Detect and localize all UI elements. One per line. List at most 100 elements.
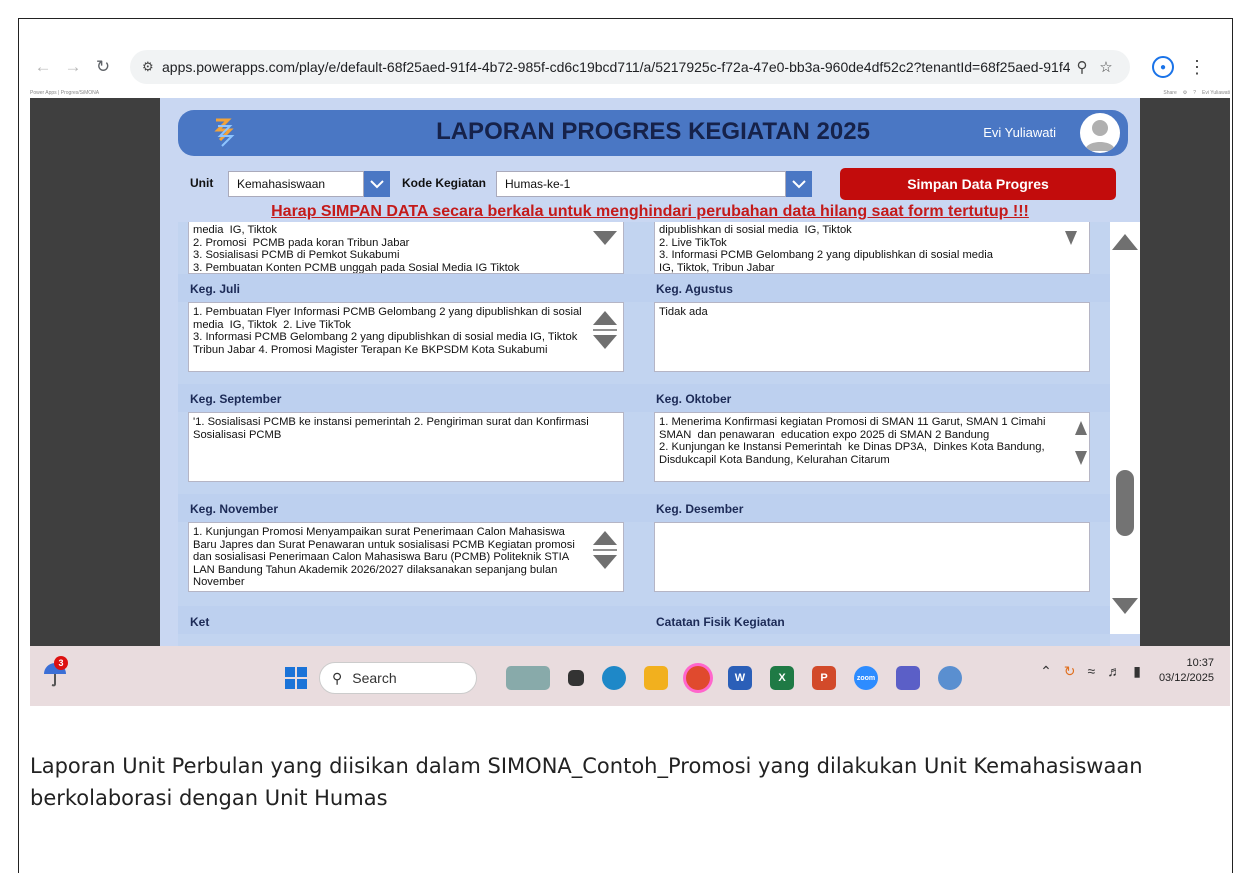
system-tray: ⌃ ↻ ≈ ♬ ▮ 10:37 03/12/2025 bbox=[1034, 656, 1214, 686]
reload-icon[interactable]: ↻ bbox=[90, 54, 116, 80]
clock-date: 03/12/2025 bbox=[1158, 672, 1214, 684]
clock[interactable]: 10:37 03/12/2025 bbox=[1159, 656, 1214, 686]
task-view-icon[interactable] bbox=[568, 670, 584, 686]
oktober-field[interactable]: 1. Menerima Konfirmasi kegiatan Promosi … bbox=[654, 412, 1090, 482]
taskbar-search[interactable]: ⚲ Search bbox=[319, 662, 477, 694]
prev-activity-right-text: dipublishkan di sosial media IG, Tiktok … bbox=[659, 224, 993, 274]
volume-icon[interactable]: ♬ bbox=[1107, 663, 1121, 679]
browser-toolbar: ← → ↻ ⚙ apps.powerapps.com/play/e/defaul… bbox=[30, 48, 1230, 86]
oktober-label: Keg. Oktober bbox=[656, 392, 732, 406]
bookmarks-bar: Power Apps | Progres/SiMONA Share ⚙ ? Ev… bbox=[30, 88, 1230, 98]
scroll-up-icon[interactable] bbox=[1075, 421, 1087, 435]
powerpoint-icon[interactable]: P bbox=[812, 666, 836, 690]
zoom-icon[interactable]: ⚲ bbox=[1070, 58, 1094, 76]
save-progress-button[interactable]: Simpan Data Progres bbox=[840, 168, 1116, 200]
form-gallery: media IG, Tiktok 2. Promosi PCMB pada ko… bbox=[178, 222, 1110, 646]
warning-text: Harap SIMPAN DATA secara berkala untuk m… bbox=[271, 203, 1029, 220]
app-icon[interactable] bbox=[938, 666, 962, 690]
scroll-down-icon[interactable] bbox=[593, 231, 617, 245]
scroll-up-icon[interactable] bbox=[1112, 234, 1138, 250]
sync-icon[interactable]: ↻ bbox=[1064, 663, 1076, 680]
chevron-down-icon[interactable] bbox=[786, 171, 812, 197]
prev-activity-field[interactable]: media IG, Tiktok 2. Promosi PCMB pada ko… bbox=[188, 222, 624, 274]
juli-field[interactable]: 1. Pembuatan Flyer Informasi PCMB Gelomb… bbox=[188, 302, 624, 372]
wifi-icon[interactable]: ≈ bbox=[1088, 663, 1096, 679]
agustus-field[interactable]: Tidak ada bbox=[654, 302, 1090, 372]
excel-icon[interactable]: X bbox=[770, 666, 794, 690]
juli-label: Keg. Juli bbox=[190, 282, 241, 296]
word-icon[interactable]: W bbox=[728, 666, 752, 690]
chrome-icon[interactable] bbox=[686, 666, 710, 690]
separator bbox=[593, 329, 617, 331]
agustus-text: Tidak ada bbox=[659, 306, 708, 318]
forward-icon[interactable]: → bbox=[60, 54, 86, 80]
form-scrollbar[interactable] bbox=[1110, 222, 1140, 634]
help-icon[interactable]: ? bbox=[1193, 90, 1196, 96]
scroll-down-icon[interactable] bbox=[1075, 451, 1087, 465]
notification-badge: 3 bbox=[54, 656, 68, 670]
chevron-down-icon[interactable] bbox=[364, 171, 390, 197]
november-label: Keg. November bbox=[190, 502, 279, 516]
ket-band bbox=[178, 606, 644, 634]
settings-icon[interactable]: ⚙ bbox=[1183, 90, 1187, 96]
separator bbox=[593, 549, 617, 551]
oktober-text: 1. Menerima Konfirmasi kegiatan Promosi … bbox=[659, 416, 1046, 466]
field-scroll-arrows bbox=[589, 311, 621, 349]
unit-dropdown[interactable]: Kemahasiswaan bbox=[228, 171, 364, 197]
bookmark-star-icon[interactable]: ☆ bbox=[1094, 58, 1118, 76]
site-info-icon[interactable]: ⚙ bbox=[142, 59, 162, 75]
prev-activity-right-field[interactable]: dipublishkan di sosial media IG, Tiktok … bbox=[654, 222, 1090, 274]
scroll-up-icon[interactable] bbox=[593, 531, 617, 545]
url-text[interactable]: apps.powerapps.com/play/e/default-68f25a… bbox=[162, 59, 1070, 75]
avatar[interactable] bbox=[1080, 113, 1120, 153]
juli-band bbox=[178, 274, 644, 302]
kode-kegiatan-label: Kode Kegiatan bbox=[402, 176, 487, 190]
taskbar-apps: ⚲ Search W X P zoom bbox=[285, 662, 971, 694]
zoom-icon[interactable]: zoom bbox=[854, 666, 878, 690]
september-text: '1. Sosialisasi PCMB ke instansi pemerin… bbox=[193, 416, 592, 441]
user-name: Evi Yuliawati bbox=[983, 125, 1056, 140]
share-button[interactable]: Share bbox=[1163, 90, 1176, 96]
chevron-up-icon[interactable]: ⌃ bbox=[1040, 663, 1052, 680]
app-viewport: LAPORAN PROGRES KEGIATAN 2025 Evi Yuliaw… bbox=[30, 98, 1230, 646]
file-explorer-icon[interactable] bbox=[644, 666, 668, 690]
desember-field[interactable] bbox=[654, 522, 1090, 592]
app-header: LAPORAN PROGRES KEGIATAN 2025 Evi Yuliaw… bbox=[178, 110, 1128, 156]
scrollbar-thumb[interactable] bbox=[1116, 470, 1134, 536]
user-silhouette-icon bbox=[1085, 120, 1115, 151]
profile-icon[interactable]: ● bbox=[1152, 56, 1174, 78]
back-icon[interactable]: ← bbox=[30, 54, 56, 80]
bookmark-item[interactable]: Power Apps | Progres/SiMONA bbox=[30, 90, 99, 96]
november-field[interactable]: 1. Kunjungan Promosi Menyampaikan surat … bbox=[188, 522, 624, 592]
search-icon: ⚲ bbox=[332, 669, 343, 686]
battery-icon[interactable]: ▮ bbox=[1133, 663, 1141, 680]
field-scroll-arrows bbox=[589, 531, 621, 569]
kode-kegiatan-dropdown[interactable]: Humas-ke-1 bbox=[496, 171, 786, 197]
ket-label: Ket bbox=[190, 615, 210, 629]
catatan-label: Catatan Fisik Kegiatan bbox=[656, 615, 785, 629]
browser-menu-icon[interactable]: ⋮ bbox=[1188, 57, 1206, 78]
scroll-down-icon[interactable] bbox=[593, 335, 617, 349]
november-text: 1. Kunjungan Promosi Menyampaikan surat … bbox=[193, 526, 578, 589]
widgets-icon[interactable] bbox=[506, 666, 550, 690]
account-name[interactable]: Evi Yuliawati bbox=[1202, 90, 1230, 96]
teams-icon[interactable] bbox=[896, 666, 920, 690]
app-canvas: LAPORAN PROGRES KEGIATAN 2025 Evi Yuliaw… bbox=[160, 98, 1140, 646]
field-scroll-arrows bbox=[1065, 421, 1089, 465]
juli-text: 1. Pembuatan Flyer Informasi PCMB Gelomb… bbox=[193, 306, 582, 356]
prev-activity-text: media IG, Tiktok 2. Promosi PCMB pada ko… bbox=[193, 224, 520, 274]
scroll-up-icon[interactable] bbox=[593, 311, 617, 325]
edge-icon[interactable] bbox=[602, 666, 626, 690]
scroll-down-icon[interactable] bbox=[1065, 231, 1077, 245]
unit-label: Unit bbox=[190, 176, 214, 190]
windows-start-icon[interactable] bbox=[285, 667, 307, 689]
september-field[interactable]: '1. Sosialisasi PCMB ke instansi pemerin… bbox=[188, 412, 624, 482]
september-label: Keg. September bbox=[190, 392, 282, 406]
document-caption: Laporan Unit Perbulan yang diisikan dala… bbox=[30, 754, 1143, 810]
scroll-down-icon[interactable] bbox=[593, 555, 617, 569]
address-bar[interactable]: ⚙ apps.powerapps.com/play/e/default-68f2… bbox=[130, 50, 1130, 84]
field-scroll-arrows bbox=[589, 222, 621, 245]
windows-taskbar: 3 ⚲ Search W X P zoom ⌃ ↻ ≈ ♬ ▮ 10:37 03… bbox=[30, 646, 1230, 706]
scroll-down-icon[interactable] bbox=[1112, 598, 1138, 614]
weather-widget[interactable]: 3 bbox=[40, 656, 70, 688]
